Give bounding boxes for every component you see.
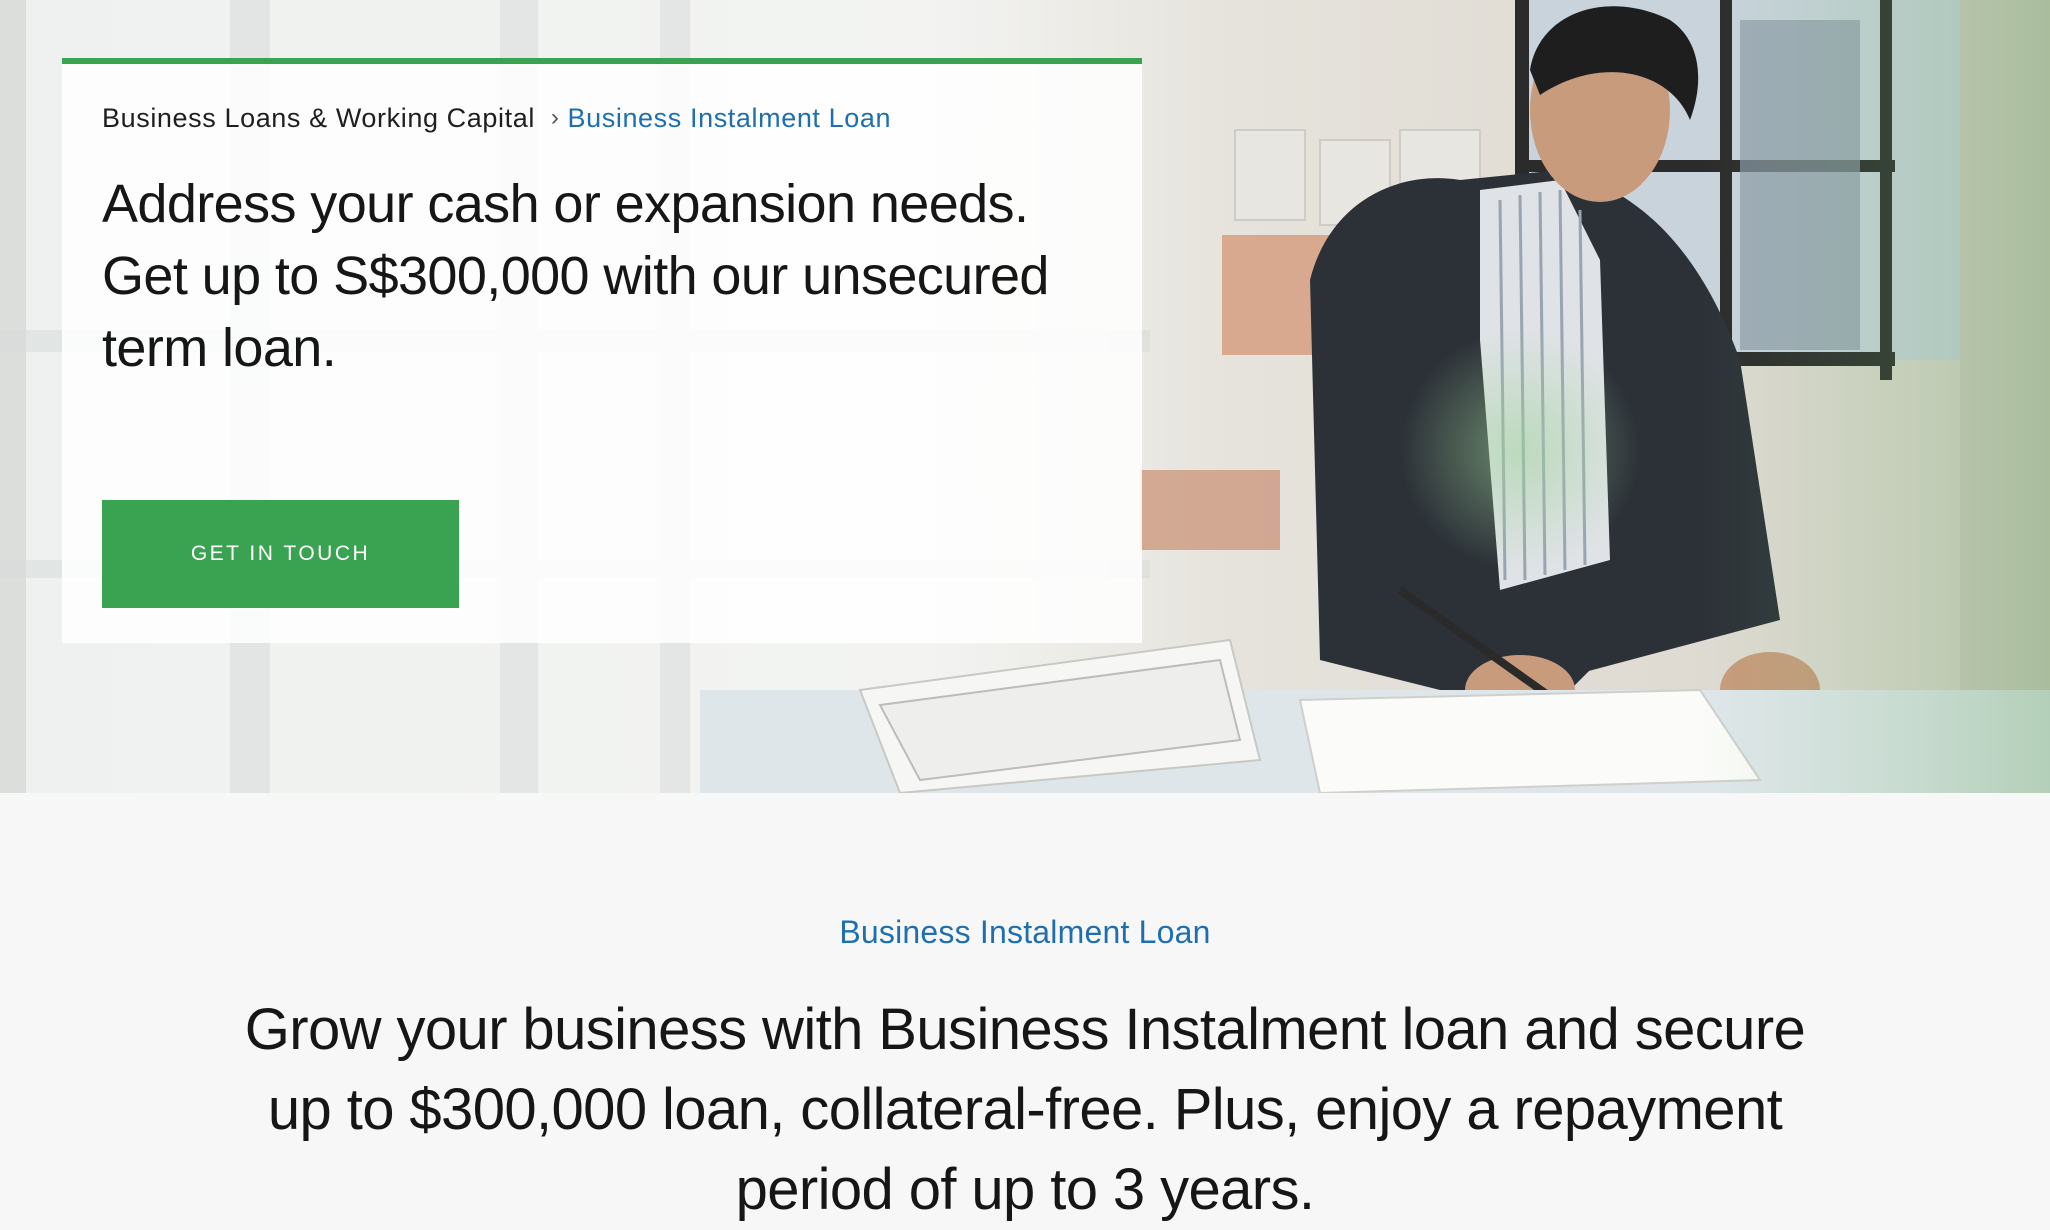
breadcrumb: Business Loans & Working Capital › Busin… (102, 98, 1102, 138)
hero-card: Business Loans & Working Capital › Busin… (62, 58, 1142, 643)
hero-banner: Business Loans & Working Capital › Busin… (0, 0, 2050, 793)
breadcrumb-link-business-loans[interactable]: Business Loans & Working Capital (102, 103, 535, 134)
hero-title: Address your cash or expansion needs. Ge… (102, 174, 1049, 378)
breadcrumb-current: Business Instalment Loan (567, 102, 892, 133)
section-intro-text: Grow your business with Business Instalm… (244, 997, 1806, 1222)
page: Business Loans & Working Capital › Busin… (0, 0, 2050, 1230)
chevron-right-icon: › (550, 104, 560, 131)
get-in-touch-button[interactable]: GET IN TOUCH (102, 500, 459, 608)
section-label: Business Instalment Loan (839, 914, 1211, 950)
